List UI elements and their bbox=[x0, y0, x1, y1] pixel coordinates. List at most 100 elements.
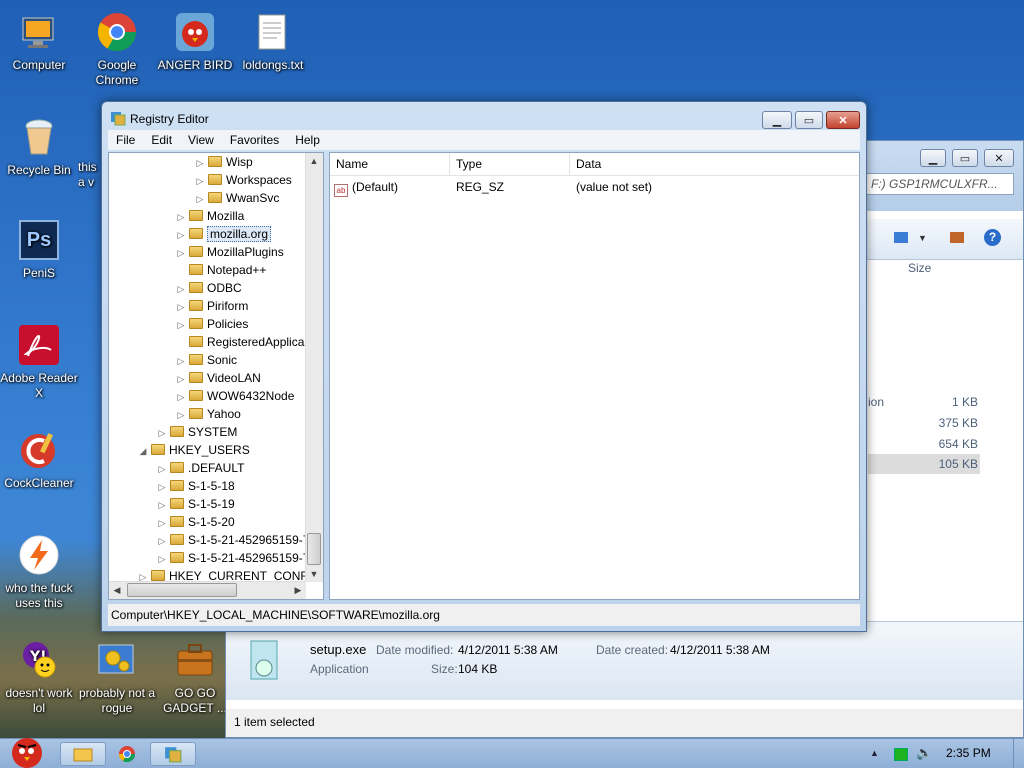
expand-arrow-icon[interactable]: ▷ bbox=[194, 154, 206, 172]
expand-arrow-icon[interactable]: ▷ bbox=[175, 280, 187, 298]
size-column-header[interactable]: Size bbox=[908, 261, 931, 275]
expand-arrow-icon[interactable]: ▷ bbox=[175, 316, 187, 334]
taskbar-clock[interactable]: 2:35 PM bbox=[946, 746, 991, 760]
explorer-maximize-button[interactable]: ▭ bbox=[952, 149, 978, 167]
expand-arrow-icon[interactable]: ▷ bbox=[156, 496, 168, 514]
tree-node[interactable]: ▷ SYSTEM bbox=[156, 423, 238, 442]
desktop-icon-anger-bird[interactable]: ANGER BIRD bbox=[156, 10, 234, 73]
chrome-icon bbox=[95, 10, 139, 54]
tree-node[interactable]: ▷ VideoLAN bbox=[175, 369, 261, 387]
desktop-icon-adobe-reader[interactable]: Adobe Reader X bbox=[0, 323, 78, 401]
network-status-icon[interactable] bbox=[894, 748, 908, 761]
tree-node[interactable]: ▷ WOW6432Node bbox=[175, 387, 295, 406]
tree-node[interactable]: ▷ S-1-5-19 bbox=[156, 495, 235, 513]
desktop-icon-go-go-gadget[interactable]: GO GO GADGET ... bbox=[156, 638, 234, 716]
tree-node[interactable]: ▷ Mozilla bbox=[175, 207, 245, 226]
desktop-icon-chrome[interactable]: Google Chrome bbox=[78, 10, 156, 88]
registry-tree-pane[interactable]: ▷ Wisp ▷ Workspaces ▷ WwanSvc ▷ Mozilla ▷ mozilla… bbox=[108, 152, 324, 600]
maximize-button[interactable]: ▭ bbox=[795, 111, 823, 129]
expand-arrow-icon[interactable]: ▷ bbox=[175, 406, 187, 424]
expand-arrow-icon[interactable]: ▷ bbox=[156, 424, 168, 442]
explorer-close-button[interactable]: ✕ bbox=[984, 149, 1014, 167]
taskbar-chrome-button[interactable] bbox=[104, 742, 150, 766]
expand-arrow-icon[interactable]: ▷ bbox=[156, 514, 168, 532]
show-desktop-button[interactable] bbox=[1013, 739, 1024, 768]
tree-node[interactable]: ▷ MozillaPlugins bbox=[175, 243, 284, 261]
expand-arrow-icon[interactable]: ▷ bbox=[175, 388, 187, 406]
expand-arrow-icon[interactable]: ▷ bbox=[156, 550, 168, 568]
menu-edit[interactable]: Edit bbox=[143, 133, 180, 147]
desktop-icon-recycle-bin[interactable]: Recycle Bin bbox=[0, 115, 78, 178]
desktop-icon-partial[interactable]: this a v bbox=[78, 160, 102, 190]
column-header-name[interactable]: Name bbox=[330, 153, 450, 175]
tree-node[interactable]: RegisteredApplica bbox=[175, 333, 304, 351]
explorer-minimize-button[interactable]: ▁ bbox=[920, 149, 946, 167]
scroll-right-arrow-icon[interactable]: ▶ bbox=[290, 582, 306, 598]
tree-horizontal-scrollbar[interactable]: ◀ ▶ bbox=[109, 581, 306, 599]
desktop-icon-ccleaner[interactable]: CockCleaner bbox=[0, 428, 78, 491]
expand-arrow-icon[interactable]: ▷ bbox=[156, 478, 168, 496]
close-button[interactable]: ✕ bbox=[826, 111, 860, 129]
tree-node[interactable]: ▷ S-1-5-20 bbox=[156, 513, 235, 531]
tree-node[interactable]: ▷ S-1-5-21-452965159-7 bbox=[156, 549, 310, 568]
desktop-icon-probably-not-rogue[interactable]: probably not a rogue bbox=[78, 638, 156, 716]
tree-hscroll-thumb[interactable] bbox=[127, 583, 237, 597]
column-header-type[interactable]: Type bbox=[450, 153, 570, 175]
expand-arrow-icon[interactable]: ▷ bbox=[175, 370, 187, 388]
minimize-button[interactable]: ▁ bbox=[762, 111, 792, 129]
column-header-data[interactable]: Data bbox=[570, 153, 859, 175]
tree-node[interactable]: Notepad++ bbox=[175, 261, 266, 279]
desktop-icon-photoshop[interactable]: Ps PeniS bbox=[0, 218, 78, 281]
tree-node[interactable]: ▷ S-1-5-18 bbox=[156, 477, 235, 495]
expand-arrow-icon[interactable]: ▷ bbox=[175, 208, 187, 226]
taskbar-regedit-button[interactable] bbox=[150, 742, 196, 766]
desktop-icon-loldongs[interactable]: loldongs.txt bbox=[234, 10, 312, 73]
tree-node[interactable]: ▷ Workspaces bbox=[194, 171, 292, 189]
expand-arrow-icon[interactable]: ▷ bbox=[156, 532, 168, 550]
scroll-left-arrow-icon[interactable]: ◀ bbox=[109, 582, 125, 598]
tree-node[interactable]: ▷ .DEFAULT bbox=[156, 459, 245, 478]
expanded-arrow-icon[interactable]: ◢ bbox=[137, 442, 149, 460]
show-hidden-icons-icon[interactable]: ▲ bbox=[870, 748, 879, 758]
tree-node[interactable]: ▷ Yahoo bbox=[175, 405, 241, 423]
tree-node[interactable]: ▷ Wisp bbox=[194, 153, 253, 171]
expand-arrow-icon[interactable]: ▷ bbox=[175, 298, 187, 316]
help-icon[interactable]: ? bbox=[984, 229, 1001, 246]
expand-arrow-icon[interactable]: ▷ bbox=[175, 244, 187, 262]
chevron-down-icon[interactable]: ▼ bbox=[918, 233, 927, 243]
menu-help[interactable]: Help bbox=[287, 133, 328, 147]
registry-editor-window[interactable]: Registry Editor ▁ ▭ ✕ File Edit View Fav… bbox=[101, 101, 867, 632]
tree-vertical-scrollbar[interactable]: ▲ ▼ bbox=[305, 153, 323, 582]
expand-arrow-icon[interactable]: ▷ bbox=[194, 172, 206, 190]
menu-favorites[interactable]: Favorites bbox=[222, 133, 287, 147]
explorer-search-input[interactable]: F:) GSP1RMCULXFR... bbox=[866, 173, 1014, 195]
expand-arrow-icon[interactable]: ▷ bbox=[175, 352, 187, 370]
menu-file[interactable]: File bbox=[108, 133, 143, 147]
tree-node[interactable]: ▷ mozilla.org bbox=[175, 225, 272, 244]
menu-view[interactable]: View bbox=[180, 133, 222, 147]
tree-node[interactable]: ▷ Policies bbox=[175, 315, 249, 334]
expand-arrow-icon[interactable]: ▷ bbox=[194, 190, 206, 208]
tree-node[interactable]: ▷ S-1-5-21-452965159-7 bbox=[156, 531, 310, 550]
tree-node[interactable]: ◢ HKEY_USERS bbox=[137, 441, 250, 459]
desktop-icon-computer[interactable]: Computer bbox=[0, 10, 78, 73]
registry-values-pane[interactable]: Name Type Data ab (Default) REG_SZ (valu… bbox=[329, 152, 860, 600]
table-row[interactable]: ab (Default) REG_SZ (value not set) bbox=[334, 178, 854, 197]
view-options-icon[interactable] bbox=[894, 232, 908, 243]
tree-node[interactable]: ▷ WwanSvc bbox=[194, 189, 280, 208]
tree-scroll-thumb[interactable] bbox=[307, 533, 321, 565]
tree-node[interactable]: ▷ Sonic bbox=[175, 351, 238, 370]
scroll-up-arrow-icon[interactable]: ▲ bbox=[306, 153, 322, 169]
selected-file-row[interactable]: 105 KB bbox=[868, 454, 980, 474]
volume-icon[interactable]: 🔈 bbox=[916, 745, 932, 761]
scroll-down-arrow-icon[interactable]: ▼ bbox=[306, 566, 322, 582]
taskbar-explorer-button[interactable] bbox=[60, 742, 106, 766]
tree-node[interactable]: ▷ ODBC bbox=[175, 279, 242, 297]
preview-pane-icon[interactable] bbox=[950, 232, 964, 243]
tree-node[interactable]: ▷ Piriform bbox=[175, 297, 249, 316]
expand-arrow-icon[interactable]: ▷ bbox=[156, 460, 168, 478]
start-button-angry-bird-icon[interactable] bbox=[4, 733, 50, 768]
desktop-icon-doesnt-work[interactable]: Y! doesn't work lol bbox=[0, 638, 78, 716]
desktop-icon-who-uses-this[interactable]: who the fuck uses this bbox=[0, 533, 78, 611]
expand-arrow-icon[interactable]: ▷ bbox=[175, 226, 187, 244]
